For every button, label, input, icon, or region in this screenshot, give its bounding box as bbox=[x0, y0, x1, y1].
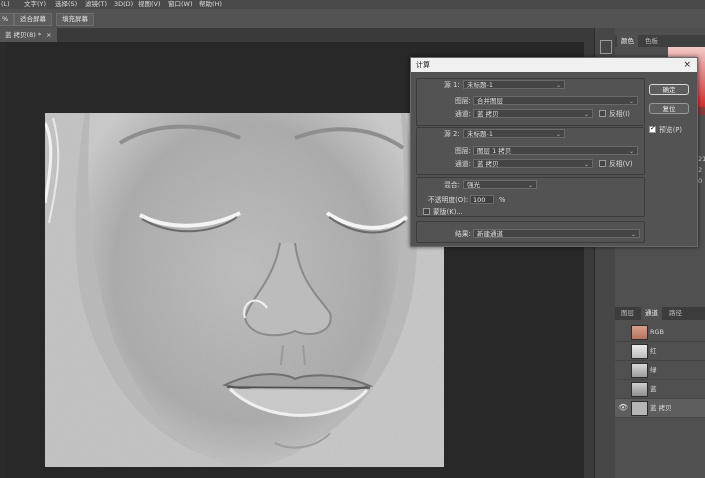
dialog-title: 计算 bbox=[416, 61, 430, 69]
channel-thumbnail bbox=[631, 401, 648, 416]
channel-thumbnail bbox=[631, 382, 648, 397]
menu-bar: (L) 文字(Y) 选择(S) 滤镜(T) 3D(D) 视图(V) 窗口(W) … bbox=[0, 0, 705, 9]
source1-layer-value: 合并图层 bbox=[477, 97, 503, 105]
tools-panel bbox=[0, 42, 6, 478]
blending-label: 混合: bbox=[444, 181, 460, 189]
source1-channel-value: 蓝 拷贝 bbox=[477, 110, 499, 118]
blending-mode-select[interactable]: 强光 ⌄ bbox=[463, 180, 537, 189]
source1-select[interactable]: 未标题-1 ⌄ bbox=[463, 80, 565, 89]
fill-screen-button[interactable]: 填充屏幕 bbox=[56, 13, 94, 26]
color-panel-tabs: 颜色 色板 bbox=[615, 35, 705, 47]
source2-layer-label: 图层: bbox=[455, 147, 471, 155]
result-value: 新建通道 bbox=[477, 230, 503, 238]
result-label: 结果: bbox=[455, 230, 471, 238]
document-tab-label: 蓝 拷贝(8) * bbox=[5, 31, 42, 39]
channel-label: 红 bbox=[650, 347, 657, 355]
source2-label: 源 2: bbox=[444, 130, 460, 138]
channel-label: 蓝 拷贝 bbox=[650, 404, 672, 412]
source2-channel-select[interactable]: 蓝 拷贝 ⌄ bbox=[473, 159, 593, 168]
source2-layer-select[interactable]: 图层 1 拷贝 ⌄ bbox=[473, 146, 638, 155]
history-panel-icon[interactable] bbox=[600, 40, 612, 54]
channel-row-blue[interactable]: 蓝 bbox=[615, 380, 705, 399]
options-bar: % 适合屏幕 填充屏幕 bbox=[0, 9, 705, 29]
chevron-down-icon: ⌄ bbox=[583, 161, 589, 168]
ok-button[interactable]: 确定 bbox=[649, 84, 689, 95]
tab-swatches[interactable]: 色板 bbox=[641, 35, 662, 47]
menu-item-type[interactable]: 文字(Y) bbox=[24, 0, 46, 8]
tab-layers[interactable]: 图层 bbox=[617, 307, 638, 320]
tab-paths[interactable]: 路径 bbox=[665, 307, 686, 320]
channel-thumbnail bbox=[631, 363, 648, 378]
chevron-down-icon: ⌄ bbox=[527, 182, 533, 189]
document-tab-bar bbox=[0, 28, 600, 42]
menu-item-layer[interactable]: (L) bbox=[1, 0, 10, 8]
menu-item-window[interactable]: 窗口(W) bbox=[168, 0, 193, 8]
channel-label: RGB bbox=[650, 328, 665, 336]
source2-value: 未标题-1 bbox=[467, 130, 493, 138]
preview-checkbox[interactable] bbox=[649, 124, 656, 133]
channel-label: 蓝 bbox=[650, 385, 657, 393]
mask-label: 蒙版(K)... bbox=[433, 208, 463, 216]
source2-invert-label: 反相(V) bbox=[609, 160, 633, 168]
source2-layer-value: 图层 1 拷贝 bbox=[477, 147, 512, 155]
close-icon[interactable]: × bbox=[683, 58, 691, 72]
dialog-titlebar[interactable]: 计算 × bbox=[411, 58, 697, 72]
fit-screen-button[interactable]: 适合屏幕 bbox=[14, 13, 52, 26]
face-image bbox=[45, 113, 444, 467]
canvas-image[interactable] bbox=[45, 113, 444, 467]
document-tab[interactable]: 蓝 拷贝(8) * × bbox=[0, 28, 57, 42]
source1-channel-select[interactable]: 蓝 拷贝 ⌄ bbox=[473, 109, 593, 118]
channel-thumbnail bbox=[631, 325, 648, 340]
visibility-eye-icon[interactable]: 👁 bbox=[618, 403, 628, 412]
source1-invert-checkbox[interactable] bbox=[599, 110, 606, 117]
chevron-down-icon: ⌄ bbox=[555, 82, 561, 89]
source1-layer-select[interactable]: 合并图层 ⌄ bbox=[473, 96, 638, 105]
panel-number-1: 21 bbox=[698, 155, 705, 163]
panel-number-3: 0 bbox=[698, 177, 703, 185]
chevron-down-icon: ⌄ bbox=[583, 111, 589, 118]
chevron-down-icon: ⌄ bbox=[628, 98, 634, 105]
menu-item-filter[interactable]: 滤镜(T) bbox=[85, 0, 107, 8]
menu-item-3d[interactable]: 3D(D) bbox=[114, 0, 133, 8]
source1-channel-label: 通道: bbox=[455, 110, 471, 118]
reset-button[interactable]: 复位 bbox=[649, 103, 689, 114]
tab-color[interactable]: 颜色 bbox=[617, 35, 638, 47]
source2-channel-label: 通道: bbox=[455, 160, 471, 168]
preview-label: 预览(P) bbox=[659, 126, 682, 134]
channel-row-red[interactable]: 红 bbox=[615, 342, 705, 361]
source1-invert-label: 反相(I) bbox=[609, 110, 630, 118]
result-select[interactable]: 新建通道 ⌄ bbox=[473, 229, 640, 238]
tab-channels[interactable]: 通道 bbox=[641, 307, 662, 320]
channel-row-blue-copy[interactable]: 👁 蓝 拷贝 bbox=[615, 399, 705, 418]
zoom-percent-button[interactable]: % bbox=[0, 13, 15, 26]
opacity-input[interactable]: 100 bbox=[470, 195, 494, 204]
opacity-label: 不透明度(O): bbox=[428, 196, 469, 204]
source1-value: 未标题-1 bbox=[467, 81, 493, 89]
chevron-down-icon: ⌄ bbox=[630, 231, 636, 238]
source1-layer-label: 图层: bbox=[455, 97, 471, 105]
channel-label: 绿 bbox=[650, 366, 657, 374]
source1-label: 源 1: bbox=[444, 81, 460, 89]
mask-checkbox[interactable] bbox=[423, 208, 430, 215]
menu-item-help[interactable]: 帮助(H) bbox=[199, 0, 222, 8]
chevron-down-icon: ⌄ bbox=[555, 131, 561, 138]
document-tab-close-icon[interactable]: × bbox=[46, 31, 51, 39]
menu-item-view[interactable]: 视图(V) bbox=[138, 0, 161, 8]
channels-panel-tabs: 图层 通道 路径 bbox=[615, 307, 705, 320]
source2-channel-value: 蓝 拷贝 bbox=[477, 160, 499, 168]
panel-number-2: 2 bbox=[698, 166, 703, 174]
source2-invert-checkbox[interactable] bbox=[599, 160, 606, 167]
calculations-dialog: 计算 × 源 1: 未标题-1 ⌄ 图层: 合并图层 ⌄ 通道: 蓝 拷贝 ⌄ 反相(… bbox=[410, 57, 698, 247]
source2-select[interactable]: 未标题-1 ⌄ bbox=[463, 129, 565, 138]
chevron-down-icon: ⌄ bbox=[628, 148, 634, 155]
channel-row-green[interactable]: 绿 bbox=[615, 361, 705, 380]
opacity-unit: % bbox=[499, 196, 506, 204]
channel-thumbnail bbox=[631, 344, 648, 359]
blending-mode-value: 强光 bbox=[467, 181, 480, 189]
channel-row-rgb[interactable]: RGB bbox=[615, 323, 705, 342]
menu-item-select[interactable]: 选择(S) bbox=[55, 0, 77, 8]
